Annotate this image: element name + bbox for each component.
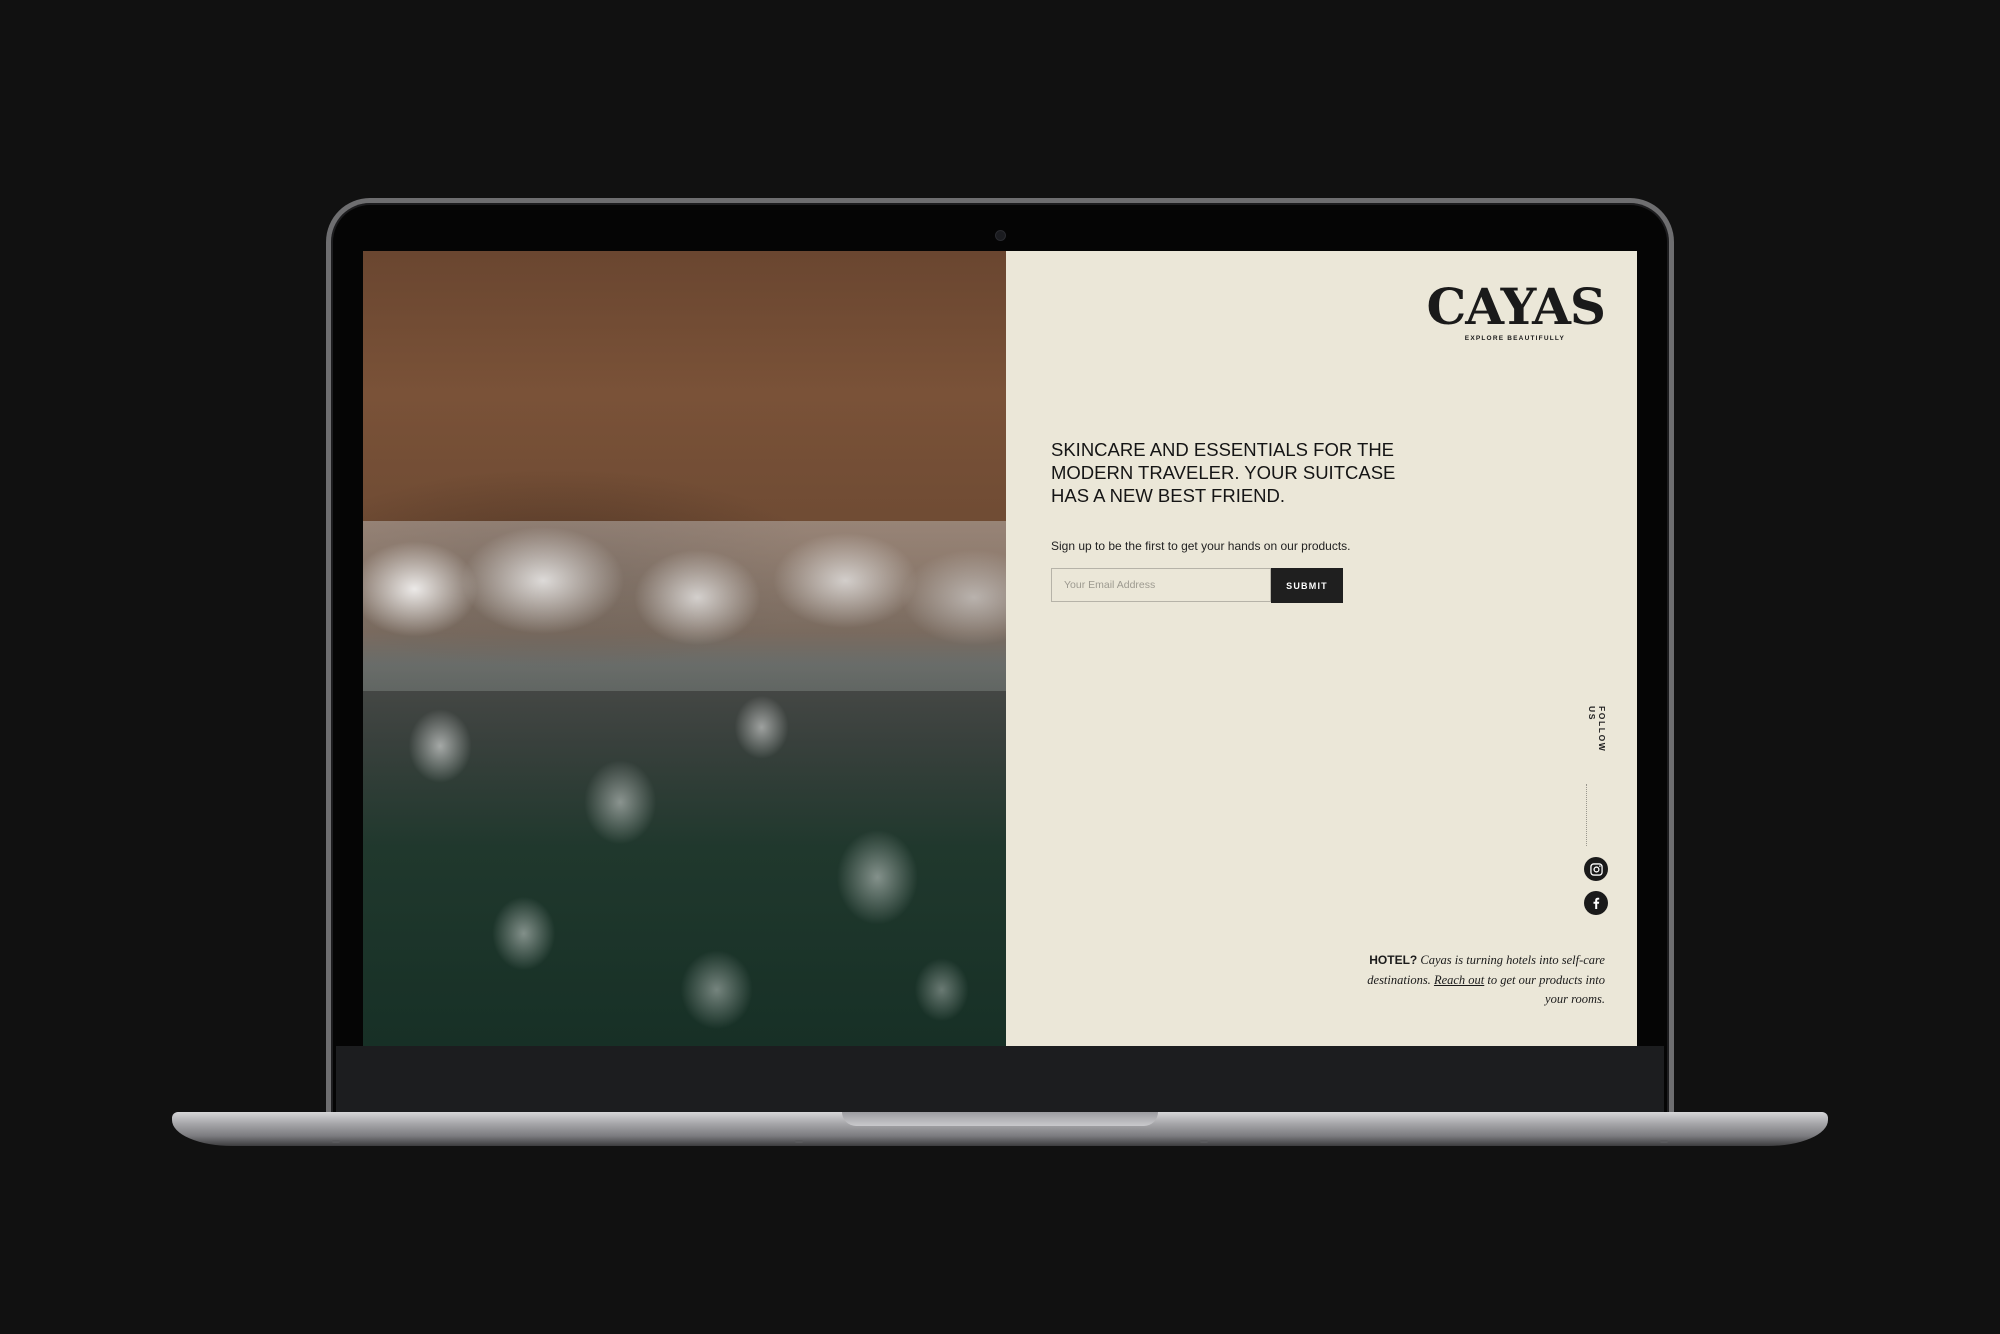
hotel-text-2: to get our products into your rooms. [1484, 972, 1605, 1007]
laptop-foot [795, 1140, 803, 1143]
facebook-icon[interactable] [1584, 891, 1608, 915]
hero-beach-image [363, 251, 1006, 1046]
page-headline: SKINCARE AND ESSENTIALS FOR THE MODERN T… [1051, 439, 1396, 506]
follow-us: FOLLOW US [1587, 706, 1607, 770]
submit-button[interactable]: SUBMIT [1271, 568, 1343, 603]
hotel-lead: HOTEL? [1369, 953, 1418, 967]
wave-foam [363, 521, 1006, 691]
hotel-note: HOTEL? Cayas is turning hotels into self… [1345, 951, 1605, 1010]
laptop-foot [1660, 1140, 1668, 1143]
laptop-foot [1200, 1140, 1208, 1143]
follow-divider [1586, 784, 1587, 846]
email-field[interactable] [1051, 568, 1271, 602]
laptop-hinge-notch [842, 1112, 1158, 1126]
camera-dot [995, 230, 1006, 241]
signup-description: Sign up to be the first to get your hand… [1051, 539, 1351, 553]
facebook-glyph [1593, 897, 1600, 909]
instagram-icon[interactable] [1584, 857, 1608, 881]
signup-form: SUBMIT [1051, 568, 1343, 603]
laptop-foot [332, 1140, 340, 1143]
content-panel: CAYAS EXPLORE BEAUTIFULLY SKINCARE AND E… [1006, 251, 1637, 1046]
laptop-screen: CAYAS EXPLORE BEAUTIFULLY SKINCARE AND E… [363, 251, 1637, 1046]
logo-wordmark: CAYAS [1426, 277, 1606, 336]
logo-tagline: EXPLORE BEAUTIFULLY [1464, 335, 1565, 342]
sea-foam-lace [363, 671, 1006, 1046]
follow-us-label: FOLLOW US [1587, 706, 1607, 753]
laptop-bezel [336, 1046, 1664, 1114]
reach-out-link[interactable]: Reach out [1434, 973, 1484, 987]
brand-logo[interactable]: CAYAS EXPLORE BEAUTIFULLY [1426, 277, 1606, 343]
instagram-glyph [1589, 862, 1603, 876]
